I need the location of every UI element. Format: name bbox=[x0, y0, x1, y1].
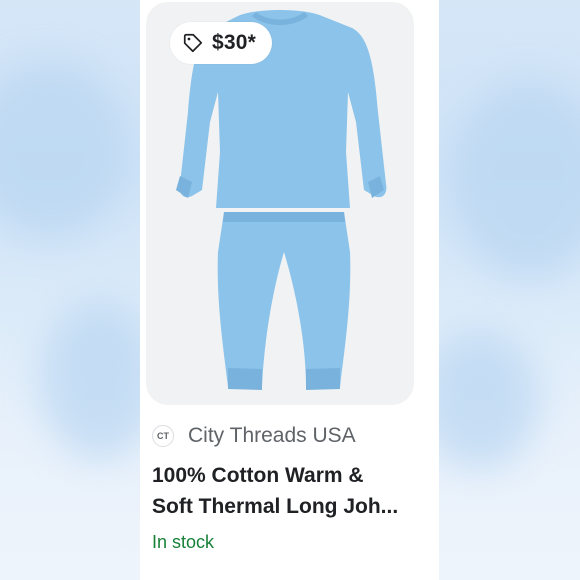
product-card[interactable]: $30* CT City Threads USA 100% Cotton War… bbox=[140, 0, 439, 580]
background-blur-left bbox=[0, 0, 160, 580]
seller-row[interactable]: CT City Threads USA bbox=[152, 424, 356, 448]
product-title-line-1: 100% Cotton Warm & bbox=[152, 464, 364, 487]
stock-status: In stock bbox=[152, 532, 215, 552]
product-title-line-2: Soft Thermal Long Joh... bbox=[152, 495, 399, 518]
background-blur-right bbox=[419, 0, 580, 580]
price-badge: $30* bbox=[170, 22, 273, 64]
product-title[interactable]: 100% Cotton Warm & Soft Thermal Long Joh… bbox=[152, 460, 432, 522]
price-label: $30* bbox=[212, 31, 257, 54]
seller-name[interactable]: City Threads USA bbox=[188, 424, 356, 448]
seller-logo-icon: CT bbox=[152, 425, 174, 447]
price-tag-icon bbox=[183, 33, 203, 53]
product-image[interactable]: $30* bbox=[146, 2, 414, 405]
